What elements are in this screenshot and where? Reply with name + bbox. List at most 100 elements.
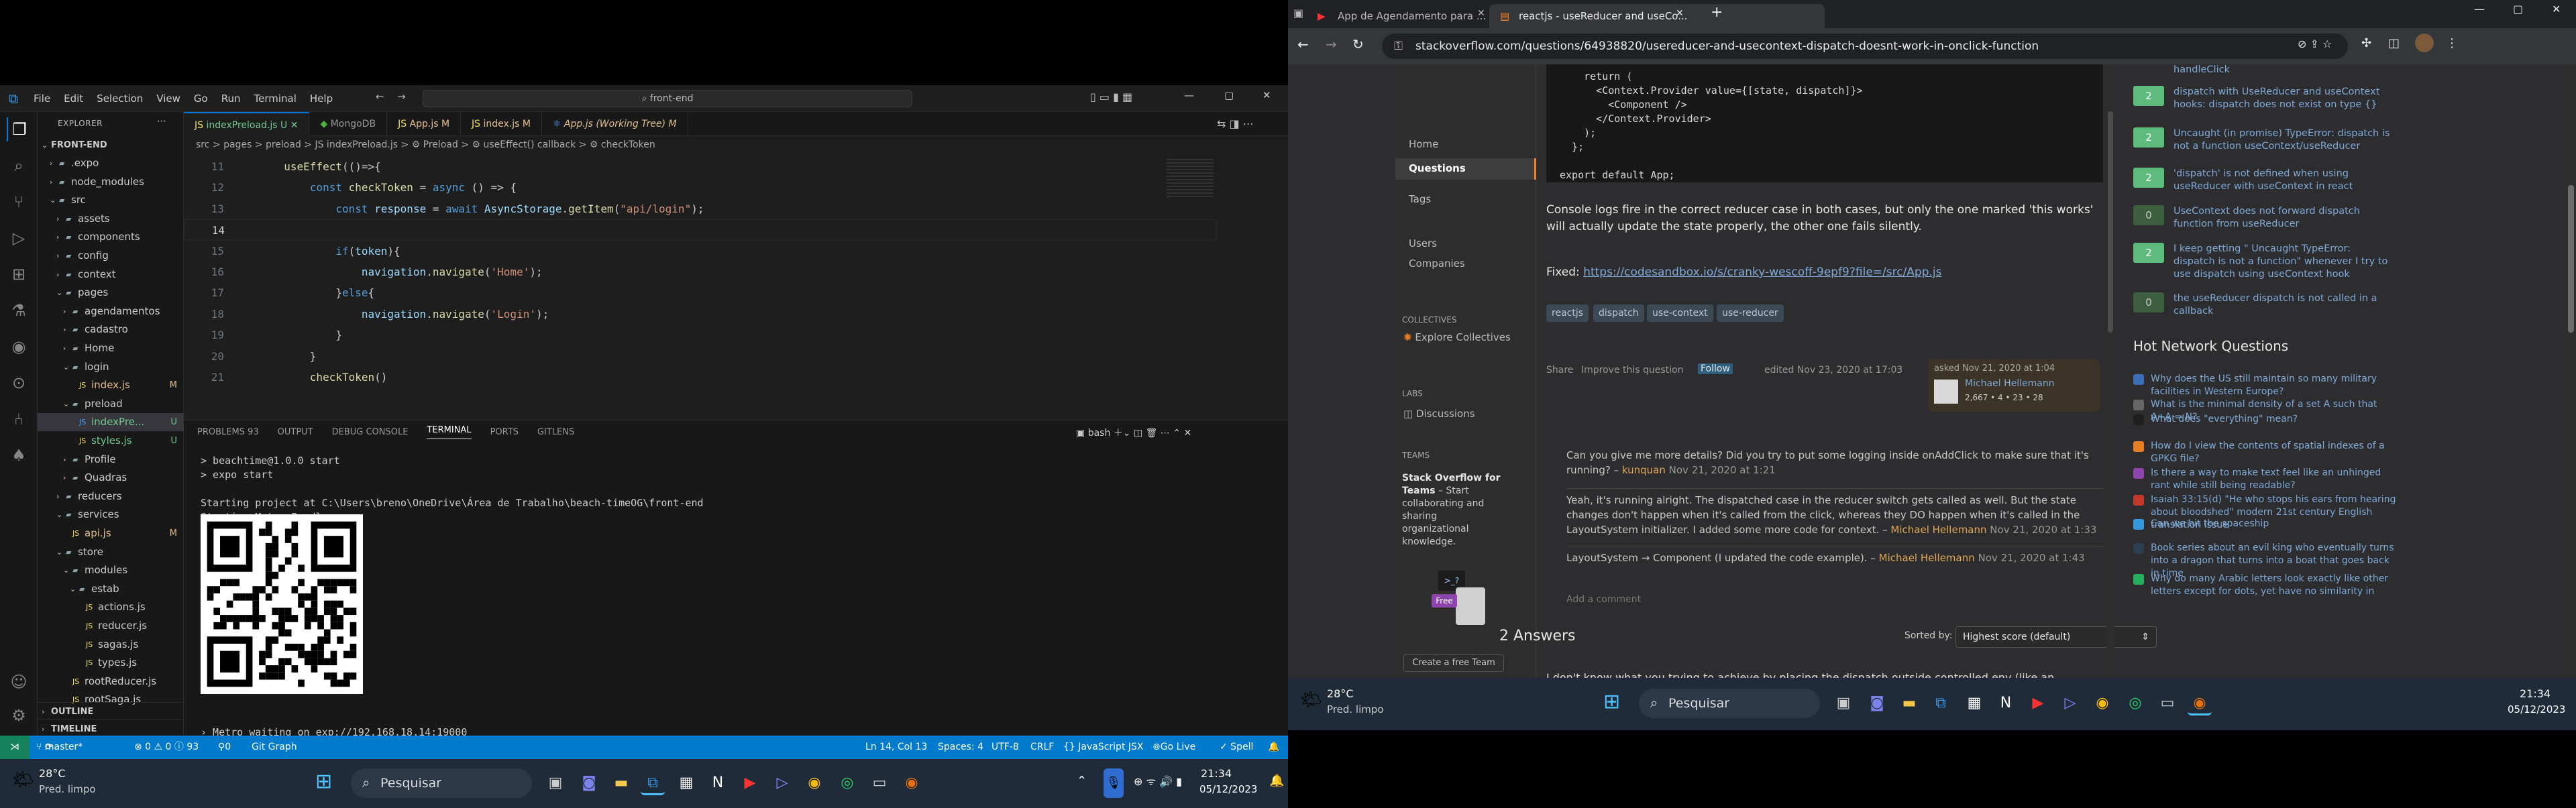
code-line[interactable]: 17 }else{ (184, 282, 1217, 303)
extensions-puzzle-icon[interactable]: ✣ (2361, 36, 2371, 50)
clock-time[interactable]: 21:34 (1201, 767, 1232, 780)
hnq-title-text[interactable]: What does "everything" mean? (2151, 413, 2399, 426)
terminal-shell-label[interactable]: ▣ bash ＋⌄ ◫ 🗑 ⋯ ⌃ ✕ (1076, 426, 1191, 439)
tree-item[interactable]: ⌄ ▰ services (38, 506, 184, 524)
hnq-title-text[interactable]: Is there a way to make text feel like an… (2151, 467, 2399, 492)
tab-ports[interactable]: PORTS (490, 427, 519, 437)
tree-item[interactable]: ⌄ ▰ modules (38, 561, 184, 579)
related-title[interactable]: UseContext does not forward dispatch fun… (2174, 205, 2395, 231)
status-problems[interactable]: ⊗ 0 ⚠ 0 ⓘ 93 (134, 736, 199, 759)
calendar-icon[interactable]: ▦ (674, 771, 698, 795)
minimap[interactable] (1167, 159, 1214, 199)
remote-icon[interactable]: ⊙ (7, 371, 31, 395)
windows-start-icon-right[interactable]: ⊞ (1603, 690, 1620, 713)
clock-date[interactable]: 05/12/2023 (1199, 783, 1257, 795)
related-title[interactable]: dispatch with UseReducer and useContext … (2174, 86, 2395, 111)
page-scrollbar[interactable] (2106, 64, 2114, 678)
breadcrumb[interactable]: src > pages > preload > JS indexPreload.… (196, 136, 655, 154)
tree-item[interactable]: ⌄ ▰ preload (38, 395, 184, 413)
status-ports[interactable]: ⚲ 0 (218, 736, 231, 759)
code-line[interactable]: 20 } (184, 346, 1217, 367)
tree-item[interactable]: › ▰ .expo (38, 154, 184, 172)
back-icon[interactable]: ← (1297, 36, 1309, 52)
tag-dispatch[interactable]: dispatch (1593, 304, 1644, 322)
chrome-minimize-icon[interactable]: — (2474, 3, 2485, 15)
profile-avatar[interactable] (2415, 34, 2434, 52)
add-comment-link[interactable]: Add a comment (1566, 594, 1641, 605)
minimize-icon[interactable]: — (1184, 89, 1194, 101)
tree-item[interactable]: JS api.js M (38, 524, 184, 542)
layout-icons[interactable]: ▯ ▭ ▮ ▦ (1090, 91, 1132, 103)
tree-item[interactable]: › ▰ Quadras (38, 469, 184, 487)
task-view-icon-right[interactable]: ▣ (1831, 691, 1856, 715)
teams-chat-icon[interactable]: ◙ (577, 771, 601, 795)
tag-use-reducer[interactable]: use-reducer (1717, 304, 1784, 322)
tab-index-js[interactable]: JS index.js M (461, 112, 542, 136)
tab-gitlens[interactable]: GITLENS (537, 427, 574, 437)
menu-file[interactable]: File (27, 93, 57, 105)
file-explorer-icon[interactable]: ▬ (609, 771, 633, 795)
forward-icon[interactable]: → (1326, 36, 1337, 52)
tree-item[interactable]: JS reducer.js (38, 617, 184, 635)
tree-item[interactable]: JS styles.js U (38, 432, 184, 450)
reload-icon[interactable]: ↻ (1352, 36, 1364, 52)
related-title[interactable]: Uncaught (in promise) TypeError: dispatc… (2174, 127, 2395, 153)
settings-gear-icon[interactable]: ⚙ (7, 703, 31, 728)
code-line[interactable]: 21 checkToken() (184, 367, 1217, 388)
notion-icon-right[interactable]: N (1994, 691, 2018, 715)
testing-icon[interactable]: ⚗ (7, 298, 31, 323)
youtube-icon[interactable]: ▶ (738, 771, 762, 795)
nav-home[interactable]: Home (1409, 138, 1438, 150)
file-explorer-icon-right[interactable]: ▬ (1897, 691, 1921, 715)
extensions-icon[interactable]: ⊞ (7, 262, 31, 286)
tab-indexpreload[interactable]: JS indexPreload.js U ✕ (184, 112, 310, 136)
code-line[interactable]: 11 useEffect(()=>{ (184, 156, 1217, 177)
clock-date-right[interactable]: 05/12/2023 (2508, 703, 2565, 715)
account-icon[interactable]: ☺ (7, 670, 31, 694)
weather-icon[interactable]: 🌤 (12, 770, 34, 790)
calendar-icon-right[interactable]: ▦ (1962, 691, 1986, 715)
improve-link[interactable]: Improve this question (1581, 365, 1684, 376)
menu-go[interactable]: Go (187, 93, 215, 105)
status-position[interactable]: Ln 14, Col 13 (865, 736, 927, 759)
nav-users[interactable]: Users (1409, 237, 1437, 249)
tree-item[interactable]: › ▰ node_modules (38, 173, 184, 191)
search-icon[interactable]: ⌕ (7, 154, 31, 178)
tab-app-working-tree[interactable]: ⚛ App.js (Working Tree) M (542, 112, 688, 136)
related-title[interactable]: the useReducer dispatch is not called in… (2174, 292, 2395, 318)
teams-chat-icon-right[interactable]: ◙ (1865, 691, 1889, 715)
git-graph-icon[interactable]: ⑃ (7, 407, 31, 431)
code-line[interactable]: 19 } (184, 325, 1217, 345)
close-icon[interactable]: ✕ (1263, 89, 1271, 101)
tab-debug-console[interactable]: DEBUG CONSOLE (332, 427, 409, 437)
tray-chevron-icon[interactable]: ⌃ (1077, 774, 1087, 788)
related-title[interactable]: I keep getting " Uncaught TypeError: dis… (2174, 243, 2395, 281)
status-eol[interactable]: CRLF (1030, 736, 1054, 759)
menu-run[interactable]: Run (215, 93, 248, 105)
tree-item[interactable]: › ▰ context (38, 266, 184, 284)
tree-item[interactable]: › ▰ cadastro (38, 321, 184, 339)
notifications-bell-icon[interactable]: 🔔 (1268, 736, 1279, 759)
forward-arrow-icon[interactable]: → (397, 91, 406, 103)
run-debug-icon[interactable]: ▷ (7, 226, 31, 250)
chrome-menu-icon[interactable]: ⋮ (2446, 36, 2458, 50)
weather-icon-right[interactable]: 🌤 (1300, 690, 1322, 710)
explorer-icon[interactable]: ❐ (7, 117, 31, 141)
media-player-icon[interactable]: ▷ (770, 771, 794, 795)
hnq-title-text[interactable]: Why do many Arabic letters look exactly … (2151, 573, 2399, 598)
chrome-icon[interactable]: ◉ (802, 771, 826, 795)
sort-select[interactable]: Highest score (default) ⇕ (1955, 626, 2157, 648)
chrome-close-icon[interactable]: ✕ (2552, 3, 2561, 15)
tree-item[interactable]: JS indexPre... U (38, 413, 184, 432)
edited-info[interactable]: edited Nov 23, 2020 at 17:03 (1764, 365, 1902, 376)
tree-item[interactable]: › ▰ components (38, 228, 184, 246)
command-center-search[interactable]: ⌕ front-end (423, 90, 912, 107)
codesandbox-link[interactable]: https://codesandbox.io/s/cranky-wescoff-… (1583, 266, 1941, 279)
code-line[interactable]: 13 const response = await AsyncStorage.g… (184, 198, 1217, 219)
chrome-icon-right[interactable]: ◉ (2090, 691, 2114, 715)
source-control-icon[interactable]: ⑂ (7, 190, 31, 214)
status-encoding[interactable]: UTF-8 (991, 736, 1019, 759)
youtube-icon-right[interactable]: ▶ (2026, 691, 2050, 715)
tree-item[interactable]: › ▰ Profile (38, 451, 184, 469)
remote-indicator-icon[interactable]: ⋊ (0, 736, 30, 759)
